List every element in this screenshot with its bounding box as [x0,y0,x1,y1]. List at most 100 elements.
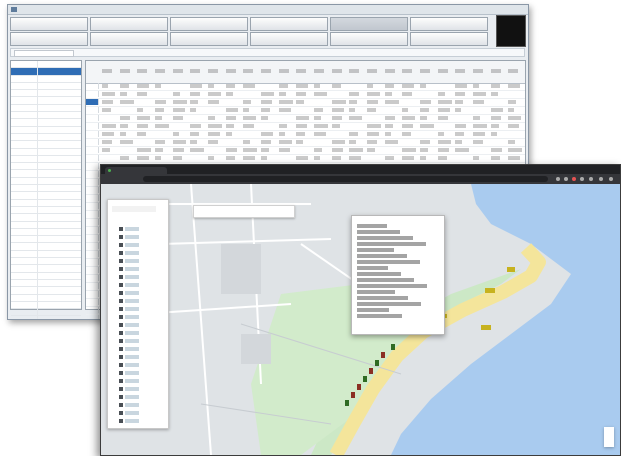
row-indicator[interactable] [86,203,99,209]
toolbar-button-6[interactable] [410,17,488,31]
layer-list-item[interactable] [119,291,161,296]
row-indicator[interactable] [86,179,99,185]
row-indicator[interactable] [86,299,99,305]
column-header[interactable] [367,69,377,73]
property-row[interactable] [11,82,81,91]
column-header[interactable] [137,69,148,73]
extension-icon-4[interactable] [580,177,584,181]
property-row[interactable] [11,68,81,76]
row-indicator[interactable] [86,139,99,145]
column-header[interactable] [243,69,254,73]
layer-list-item[interactable] [119,299,161,304]
address-bar[interactable] [143,176,548,182]
layer-list-item[interactable] [119,363,161,368]
layer-list-item[interactable] [119,267,161,272]
table-row[interactable] [86,107,525,115]
row-indicator[interactable] [86,187,99,193]
toolbar-button-9[interactable] [170,32,248,46]
row-indicator[interactable] [86,163,99,169]
table-row[interactable] [86,99,525,107]
toolbar-button-1[interactable] [10,17,88,31]
column-header[interactable] [420,69,430,73]
property-row[interactable] [11,250,81,259]
layer-list-item[interactable] [119,275,161,280]
property-row[interactable] [11,279,81,288]
table-row[interactable] [86,115,525,123]
column-header[interactable] [155,69,165,73]
column-header[interactable] [119,69,130,73]
layer-list-item[interactable] [119,387,161,392]
property-row[interactable] [11,265,81,273]
layer-list-item[interactable] [119,307,161,312]
layer-list-item[interactable] [119,259,161,264]
layer-list-item[interactable] [119,371,161,376]
extension-icon-2[interactable] [564,177,568,181]
column-header[interactable] [314,69,324,73]
row-indicator[interactable] [86,131,99,137]
layer-list-item[interactable] [119,411,161,416]
row-indicator[interactable] [86,123,99,129]
toolbar-button-4[interactable] [250,17,328,31]
column-header[interactable] [225,69,236,73]
row-indicator[interactable] [86,99,99,105]
column-header[interactable] [261,69,271,73]
property-row[interactable] [11,199,81,207]
layer-list-item[interactable] [119,251,161,256]
toolbar-button-5[interactable] [330,17,408,31]
row-indicator[interactable] [86,91,99,97]
toolbar-button-8[interactable] [90,32,168,46]
row-indicator[interactable] [86,83,99,89]
property-row[interactable] [11,97,81,105]
column-header[interactable] [331,69,342,73]
toolbar-button-11[interactable] [330,32,408,46]
toolbar-button-2[interactable] [90,17,168,31]
path-field[interactable] [14,50,74,57]
column-header[interactable] [455,69,466,73]
toolbar-button-3[interactable] [170,17,248,31]
table-row[interactable] [86,131,525,139]
layer-list-item[interactable] [119,419,161,424]
row-indicator[interactable] [86,115,99,121]
property-row[interactable] [11,112,81,120]
row-indicator[interactable] [86,235,99,241]
map-view[interactable] [101,184,620,455]
column-header[interactable] [172,69,183,73]
table-row[interactable] [86,147,525,155]
row-indicator[interactable] [86,259,99,265]
property-row[interactable] [11,294,81,302]
layer-list-item[interactable] [119,315,161,320]
property-row[interactable] [11,119,81,127]
column-header[interactable] [102,69,112,73]
layer-list-item[interactable] [119,395,161,400]
layer-search-input[interactable] [112,206,156,212]
row-indicator[interactable] [86,107,99,113]
property-row[interactable] [11,287,81,295]
column-header[interactable] [384,69,395,73]
toolbar-button-10[interactable] [250,32,328,46]
row-indicator[interactable] [86,283,99,289]
property-row[interactable] [11,258,81,266]
property-row[interactable] [11,177,81,186]
toolbar-button-7[interactable] [10,32,88,46]
property-row[interactable] [11,243,81,251]
property-row[interactable] [11,170,81,178]
row-indicator[interactable] [86,219,99,225]
row-indicator[interactable] [86,267,99,273]
property-row[interactable] [11,141,81,149]
browser-menu-icon[interactable] [609,177,613,181]
property-row[interactable] [11,228,81,237]
column-header[interactable] [349,69,360,73]
property-row[interactable] [11,206,81,215]
column-header[interactable] [190,69,201,73]
property-row[interactable] [11,126,81,134]
row-indicator[interactable] [86,211,99,217]
property-row[interactable] [11,221,81,229]
extension-icon-1[interactable] [556,177,560,181]
column-header[interactable] [508,69,519,73]
property-row[interactable] [11,75,81,83]
property-row[interactable] [11,214,81,222]
layer-list-item[interactable] [119,235,161,240]
browser-tab[interactable] [105,167,167,174]
property-row[interactable] [11,163,81,171]
row-indicator[interactable] [86,155,99,161]
